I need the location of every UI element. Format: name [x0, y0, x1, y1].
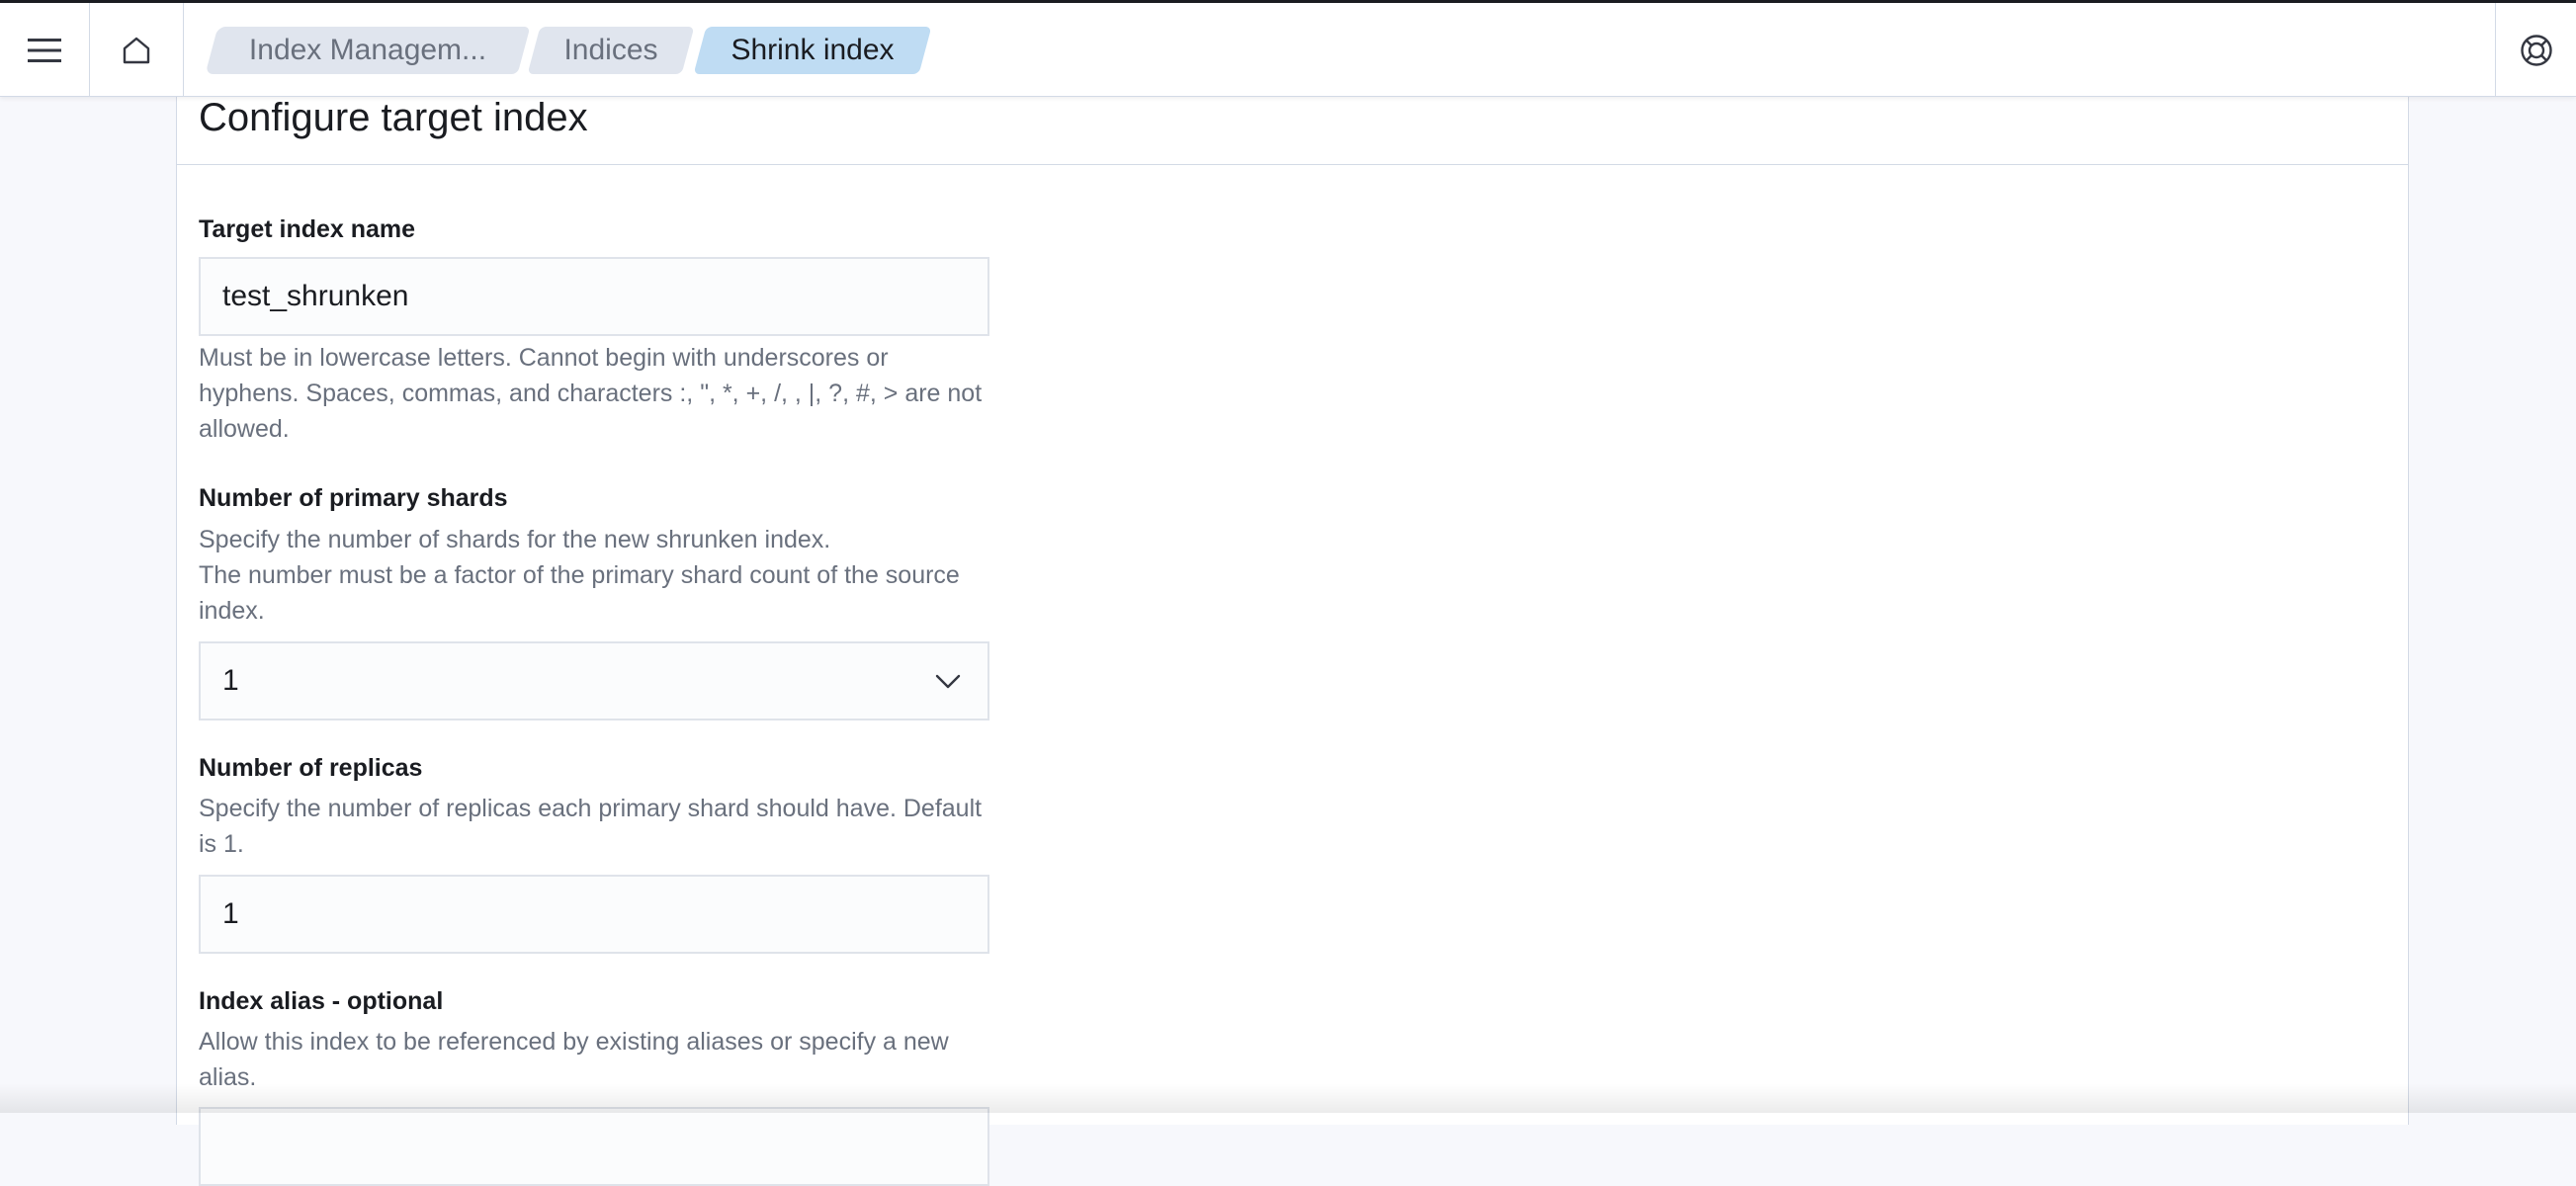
configure-target-index-panel: Configure target index Target index name…: [176, 96, 2409, 1186]
help-line: Specify the number of shards for the new…: [199, 526, 831, 553]
scroll-shadow: [0, 1083, 2576, 1113]
help-line: Specify the number of replicas each prim…: [199, 795, 983, 822]
index-alias-combobox[interactable]: [199, 1107, 989, 1186]
breadcrumb-item-indices[interactable]: Indices: [527, 27, 695, 74]
help-line: hyphens. Spaces, commas, and characters …: [199, 380, 983, 407]
replicas-input[interactable]: [199, 875, 989, 954]
home-button[interactable]: [90, 3, 183, 97]
help-line: The number must be a factor of the prima…: [199, 561, 960, 589]
help-line: Allow this index to be referenced by exi…: [199, 1028, 949, 1056]
panel-title: Configure target index: [199, 96, 588, 139]
primary-shards-help: Specify the number of shards for the new…: [199, 522, 999, 629]
breadcrumb-item-index-management[interactable]: Index Managem...: [205, 27, 531, 74]
help-menu-button[interactable]: [2496, 3, 2576, 97]
top-header-bar: Index Managem... Indices Shrink index: [0, 0, 2576, 97]
target-index-name-input[interactable]: [199, 257, 989, 336]
primary-shards-selected-value: 1: [222, 664, 239, 697]
help-line: Must be in lowercase letters. Cannot beg…: [199, 344, 889, 372]
menu-button[interactable]: [0, 3, 89, 97]
help-line: index.: [199, 597, 265, 625]
panel-divider: [177, 164, 2408, 165]
chevron-down-icon: [935, 674, 961, 689]
home-icon: [123, 37, 150, 63]
breadcrumb-item-shrink-index: Shrink index: [693, 27, 932, 74]
index-alias-label: Index alias - optional: [199, 987, 444, 1015]
lifebuoy-help-icon: [2520, 34, 2552, 66]
target-index-name-help: Must be in lowercase letters. Cannot beg…: [199, 340, 999, 447]
hamburger-menu-icon: [28, 38, 61, 62]
help-line: allowed.: [199, 415, 290, 443]
primary-shards-label: Number of primary shards: [199, 484, 508, 512]
breadcrumb-label: Indices: [563, 34, 658, 66]
primary-shards-select[interactable]: 1: [199, 641, 989, 720]
breadcrumb-label: Shrink index: [730, 34, 895, 66]
breadcrumb-label: Index Managem...: [248, 34, 487, 66]
header-separator: [183, 3, 184, 97]
replicas-help: Specify the number of replicas each prim…: [199, 791, 999, 862]
target-index-name-label: Target index name: [199, 215, 416, 243]
help-line: is 1.: [199, 830, 244, 858]
replicas-label: Number of replicas: [199, 754, 423, 782]
